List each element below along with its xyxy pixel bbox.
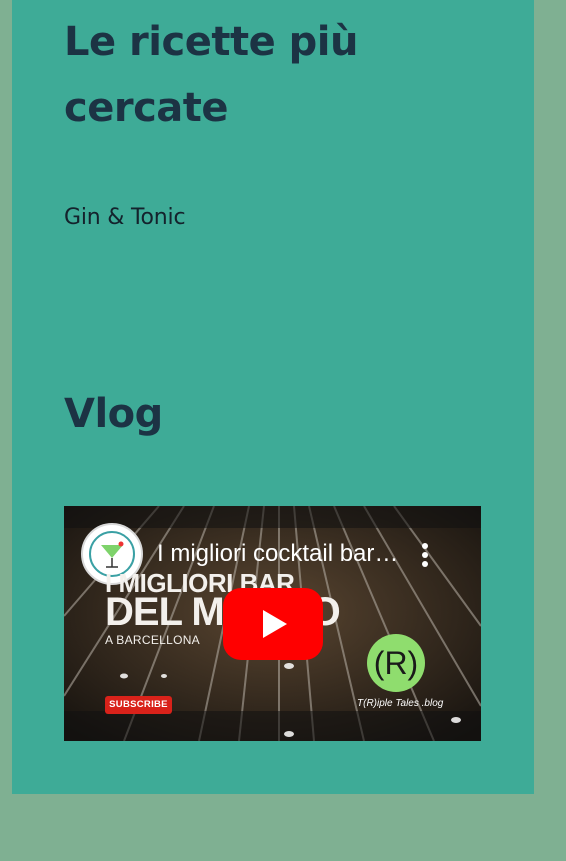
- thumbnail-subtitle: A BARCELLONA: [105, 633, 200, 647]
- video-title[interactable]: I migliori cocktail bar del mondo a Barc…: [157, 540, 402, 568]
- youtube-play-icon[interactable]: [223, 588, 323, 660]
- vlog-widget-title: Vlog: [64, 391, 163, 437]
- youtube-video-embed[interactable]: I migliori cocktail bar del mondo a Barc…: [64, 506, 481, 741]
- triple-tales-logo: (R): [367, 634, 425, 692]
- sidebar-panel: Le ricette più cercate Gin & Tonic Vlog: [12, 0, 534, 794]
- more-vert-icon[interactable]: [416, 542, 434, 570]
- subscribe-badge: SUBSCRIBE: [105, 696, 172, 714]
- recipe-link-gin-tonic[interactable]: Gin & Tonic: [64, 205, 186, 230]
- triple-tales-caption: T(R)iple Tales .blog: [357, 698, 444, 709]
- recipes-widget-title: Le ricette più cercate: [64, 19, 358, 131]
